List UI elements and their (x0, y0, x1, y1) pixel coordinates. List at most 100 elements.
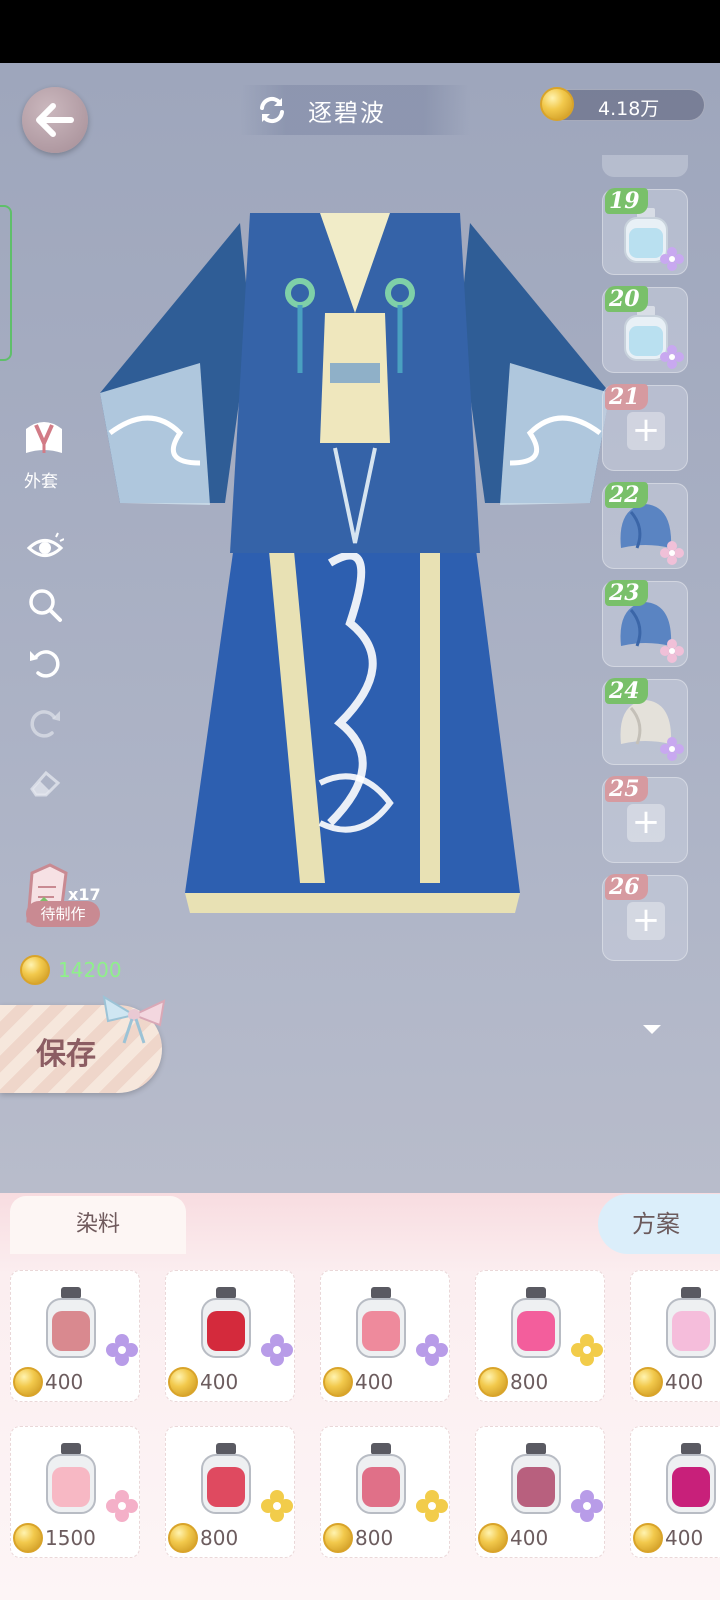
tab-dye[interactable]: 染料 (10, 1196, 186, 1254)
slot-number: 26 (605, 874, 648, 900)
dye-bottle-icon (356, 1443, 406, 1514)
coin-icon (323, 1367, 353, 1397)
total-cost-value: 14200 (58, 958, 122, 982)
undo-icon[interactable] (26, 643, 64, 681)
add-icon: + (627, 804, 665, 842)
wardrobe-slot[interactable]: +21 (602, 384, 688, 471)
back-arrow-icon (36, 103, 74, 137)
dye-bottle-icon (666, 1443, 716, 1514)
jacket-category-icon[interactable] (18, 413, 70, 465)
dye-price-value: 400 (665, 1370, 704, 1394)
outfit-title-bar[interactable]: 逐碧波 (240, 85, 470, 135)
flower-rarity-icon (660, 541, 684, 565)
dye-card[interactable]: 400 (475, 1426, 605, 1558)
dye-card[interactable]: 800 (165, 1426, 295, 1558)
dye-card[interactable]: 400 (10, 1270, 140, 1402)
add-icon: + (627, 412, 665, 450)
dye-bottle-icon (511, 1287, 561, 1358)
coin-icon (13, 1367, 43, 1397)
coin-icon (20, 955, 50, 985)
dye-card[interactable]: 800 (320, 1426, 450, 1558)
garment-stage: 逐碧波 4.18万 外套 x17 待制作 14200 保存 19 20 + 21… (0, 63, 720, 1193)
coin-icon (13, 1523, 43, 1553)
dye-price: 400 (478, 1523, 548, 1553)
zoom-icon[interactable] (26, 586, 64, 624)
flower-rarity-icon (106, 1490, 138, 1522)
coin-icon (478, 1367, 508, 1397)
coin-icon (633, 1367, 663, 1397)
wardrobe-slot[interactable]: +26 (602, 874, 688, 961)
flower-rarity-icon (261, 1490, 293, 1522)
dye-card[interactable]: 400 (320, 1270, 450, 1402)
dye-price: 400 (323, 1367, 393, 1397)
dye-price-value: 400 (665, 1526, 704, 1550)
dye-bottle-icon (666, 1287, 716, 1358)
slot-18-partial[interactable] (602, 155, 688, 177)
dye-bottle-icon (46, 1443, 96, 1514)
wardrobe-slot[interactable]: 24 (602, 678, 688, 765)
scroll-down-icon[interactable] (643, 1025, 661, 1034)
dye-bottle-icon (201, 1443, 251, 1514)
craft-queue-label[interactable]: 待制作 (26, 901, 100, 927)
dye-bottle-icon (201, 1287, 251, 1358)
eye-icon[interactable] (26, 529, 64, 567)
category-label: 外套 (24, 472, 58, 492)
coin-icon (478, 1523, 508, 1553)
dye-card[interactable]: 400 (630, 1426, 720, 1558)
dye-price: 400 (13, 1367, 83, 1397)
dye-price-value: 800 (200, 1526, 239, 1550)
dye-price-value: 1500 (45, 1526, 96, 1550)
flower-rarity-icon (660, 345, 684, 369)
coin-icon (168, 1523, 198, 1553)
flower-rarity-icon (660, 247, 684, 271)
dye-bottle-icon (356, 1287, 406, 1358)
currency-amount: 4.18万 (598, 98, 660, 120)
slot-number: 21 (605, 384, 648, 410)
dye-card[interactable]: 400 (165, 1270, 295, 1402)
dye-grid: 400 400 400 800 400 1500 800 800 400 400 (0, 1270, 720, 1600)
bow-decoration-icon (102, 995, 166, 1044)
dye-price: 400 (633, 1367, 703, 1397)
dye-price-value: 400 (510, 1526, 549, 1550)
wardrobe-slot[interactable]: 23 (602, 580, 688, 667)
status-bar (0, 0, 720, 63)
slot-number: 24 (605, 678, 648, 704)
dye-card[interactable]: 1500 (10, 1426, 140, 1558)
slot-number: 23 (605, 580, 648, 606)
dye-price-value: 400 (45, 1370, 84, 1394)
currency-display[interactable]: 4.18万 (540, 87, 705, 121)
coin-icon (323, 1523, 353, 1553)
flower-rarity-icon (416, 1490, 448, 1522)
wardrobe-slot[interactable]: 19 (602, 188, 688, 275)
eraser-icon[interactable] (26, 763, 64, 801)
wardrobe-slot[interactable]: +25 (602, 776, 688, 863)
coin-icon (168, 1367, 198, 1397)
tab-plan[interactable]: 方案 (598, 1194, 720, 1254)
left-drawer-handle[interactable] (0, 205, 12, 361)
dye-price: 800 (168, 1523, 238, 1553)
dye-price: 800 (478, 1367, 548, 1397)
coin-icon (540, 87, 574, 121)
save-label: 保存 (36, 1037, 96, 1072)
outfit-title: 逐碧波 (308, 98, 386, 127)
wardrobe-slot[interactable]: 22 (602, 482, 688, 569)
add-icon: + (627, 902, 665, 940)
slot-number: 20 (605, 286, 648, 312)
flower-rarity-icon (660, 737, 684, 761)
dye-price-value: 800 (510, 1370, 549, 1394)
dye-card[interactable]: 800 (475, 1270, 605, 1402)
flower-rarity-icon (106, 1334, 138, 1366)
redo-icon[interactable] (26, 703, 64, 741)
robe-preview-image (100, 213, 610, 913)
dye-price: 400 (633, 1523, 703, 1553)
flower-rarity-icon (571, 1334, 603, 1366)
swap-icon (260, 96, 284, 124)
dye-card[interactable]: 400 (630, 1270, 720, 1402)
coin-icon (633, 1523, 663, 1553)
dye-price-value: 800 (355, 1526, 394, 1550)
wardrobe-slot[interactable]: 20 (602, 286, 688, 373)
back-button[interactable] (22, 87, 88, 153)
dye-price-value: 400 (200, 1370, 239, 1394)
dye-price: 800 (323, 1523, 393, 1553)
flower-rarity-icon (416, 1334, 448, 1366)
